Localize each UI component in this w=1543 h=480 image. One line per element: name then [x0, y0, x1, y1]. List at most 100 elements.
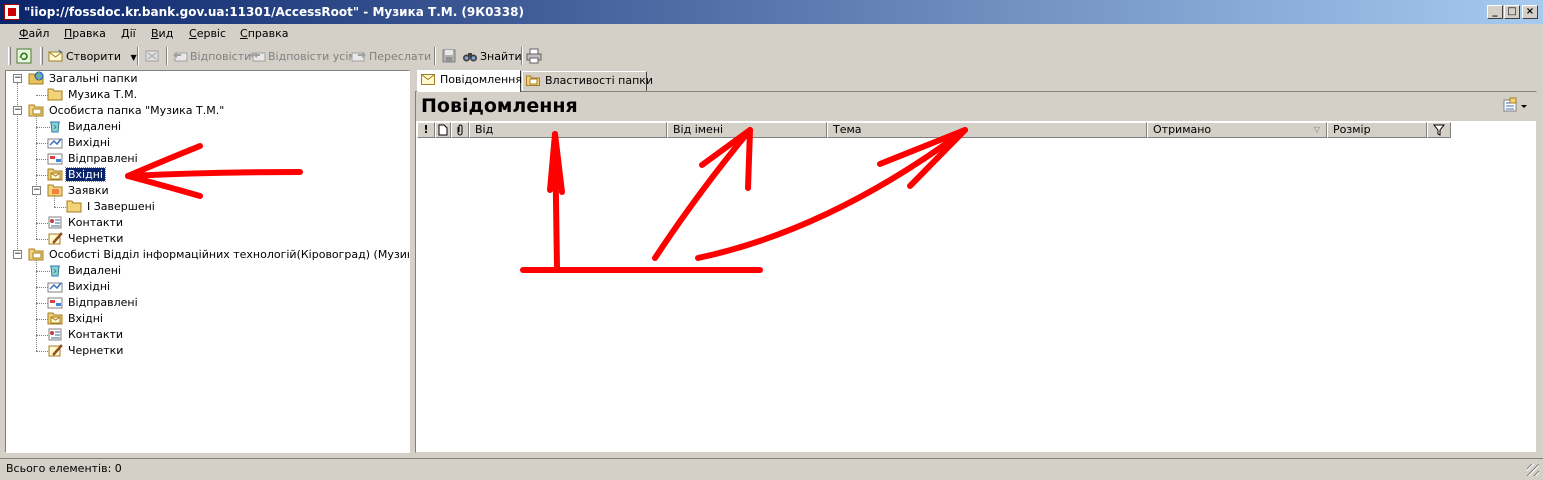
tree-item-completed[interactable]: І Завершені [66, 199, 157, 215]
maximize-button[interactable]: □ [1504, 5, 1520, 19]
reply-all-button[interactable]: Відповісти усім [250, 47, 357, 66]
toolbar-separator [137, 47, 139, 65]
save-icon [442, 49, 456, 63]
contacts-icon [48, 216, 62, 229]
column-header-row: ! Від Від імені Тема Отримано ▽ Розмір [417, 122, 1451, 138]
status-text: Всього елементів: 0 [6, 462, 122, 475]
tree-line [36, 259, 37, 351]
tab-messages-label: Повідомлення [440, 73, 522, 86]
delete-icon [145, 50, 159, 62]
expander-collapse-icon[interactable]: − [13, 250, 22, 259]
column-type[interactable] [435, 122, 451, 138]
view-options-button[interactable] [1502, 97, 1530, 115]
sort-descending-icon: ▽ [1313, 125, 1320, 134]
new-message-icon [48, 49, 63, 62]
tree-item-label: Вихідні [68, 136, 111, 149]
tab-folder-properties-label: Властивості папки [545, 74, 654, 87]
toolbar-grip-2[interactable] [40, 47, 43, 65]
app-icon [4, 4, 20, 20]
column-received[interactable]: Отримано ▽ [1147, 122, 1327, 138]
tree-item-contacts[interactable]: Контакти [47, 215, 125, 231]
tree-item-label: Відправлені [68, 152, 138, 165]
column-on-behalf[interactable]: Від імені [667, 122, 827, 138]
column-filter[interactable] [1427, 122, 1451, 138]
save-button[interactable] [441, 47, 459, 66]
toolbar-grip[interactable] [8, 47, 11, 65]
contacts-icon [48, 328, 62, 341]
print-button[interactable] [526, 47, 544, 66]
tree-item-label: Відправлені [68, 296, 138, 309]
tree-item-inbox-2[interactable]: Вхідні [47, 311, 105, 327]
expander-collapse-icon[interactable]: − [13, 106, 22, 115]
requests-folder-icon [47, 184, 63, 197]
column-importance[interactable]: ! [417, 122, 435, 138]
tab-messages[interactable]: Повідомлення [417, 70, 522, 92]
binoculars-icon [463, 53, 477, 62]
close-button[interactable]: × [1522, 5, 1538, 19]
create-dropdown-arrow-icon[interactable]: ▼ [131, 53, 137, 62]
minimize-button[interactable]: _ [1487, 5, 1503, 19]
tree-item-label: Видалені [68, 120, 122, 133]
tree-item-sent[interactable]: Відправлені [47, 151, 140, 167]
column-attachment[interactable] [451, 122, 469, 138]
refresh-button[interactable] [16, 47, 34, 66]
tree-item-outbox-2[interactable]: Вихідні [47, 279, 112, 295]
tab-strip: Повідомлення Властивості папки [415, 70, 1540, 92]
folder-tree[interactable]: − − − − Загальні папки Музика Т.М. Особи… [5, 70, 410, 453]
filter-icon [1432, 124, 1446, 136]
resize-grip-icon[interactable] [1527, 464, 1539, 476]
menu-view[interactable]: Вид [151, 27, 173, 40]
tab-folder-properties[interactable]: Властивості папки [522, 71, 653, 91]
folder-icon [47, 88, 63, 101]
inbox-icon [47, 168, 63, 181]
tree-item-personal-folder[interactable]: Особиста папка "Музика Т.М." [28, 103, 226, 119]
tree-item-contacts-2[interactable]: Контакти [47, 327, 125, 343]
forward-label: Переслати [369, 50, 432, 63]
tree-item-requests[interactable]: Заявки [47, 183, 111, 199]
column-subject[interactable]: Тема [827, 122, 1147, 138]
tree-item-inbox[interactable]: Вхідні [47, 167, 106, 183]
printer-icon [526, 48, 542, 64]
view-options-icon [1503, 97, 1527, 112]
tree-item-outbox[interactable]: Вихідні [47, 135, 112, 151]
tree-item-label: Видалені [68, 264, 122, 277]
menu-actions[interactable]: Дії [121, 27, 136, 40]
column-size[interactable]: Розмір [1327, 122, 1427, 138]
tree-item-it-dept-folder[interactable]: Особисті Відділ інформаційних технологій… [28, 247, 409, 263]
menu-edit[interactable]: Правка [64, 27, 106, 40]
menu-bar: Файл Правка Дії Вид Сервіс Справка [0, 24, 1543, 44]
tree-item-label: Вхідні [68, 312, 103, 325]
create-button[interactable]: Створити ▼ [48, 47, 137, 66]
tree-item-label: Загальні папки [49, 72, 138, 85]
menu-help[interactable]: Справка [240, 27, 288, 40]
mail-folder-icon [28, 104, 44, 117]
tree-item-common-folders[interactable]: Загальні папки [28, 71, 140, 87]
mail-folder-icon [28, 248, 44, 261]
reply-all-icon [250, 52, 266, 62]
toolbar-separator-3 [434, 47, 436, 65]
title-bar[interactable]: "iiop://fossdoc.kr.bank.gov.ua:11301/Acc… [0, 0, 1543, 24]
expander-collapse-icon[interactable]: − [32, 186, 41, 195]
tree-item-label: Заявки [68, 184, 109, 197]
find-label: Знайти [480, 50, 522, 63]
delete-button[interactable] [144, 47, 162, 66]
find-button[interactable]: Знайти [462, 47, 522, 66]
tree-item-drafts[interactable]: Чернетки [47, 231, 125, 247]
tree-item-deleted[interactable]: Видалені [47, 119, 123, 135]
tree-item-muzyka[interactable]: Музика Т.М. [47, 87, 139, 103]
reply-label: Відповісти [190, 50, 252, 63]
app-window: "iiop://fossdoc.kr.bank.gov.ua:11301/Acc… [0, 0, 1543, 480]
message-list[interactable] [416, 139, 1536, 452]
panel-splitter[interactable] [410, 70, 414, 453]
expander-collapse-icon[interactable]: − [13, 74, 22, 83]
tree-item-label: Чернетки [68, 344, 124, 357]
public-folders-icon [28, 71, 44, 85]
forward-button[interactable]: Переслати [351, 47, 431, 66]
tree-item-deleted-2[interactable]: Видалені [47, 263, 123, 279]
menu-service[interactable]: Сервіс [189, 27, 226, 40]
tree-item-drafts-2[interactable]: Чернетки [47, 343, 125, 359]
menu-file[interactable]: Файл [19, 27, 49, 40]
tree-item-sent-2[interactable]: Відправлені [47, 295, 140, 311]
reply-button[interactable]: Відповісти [172, 47, 251, 66]
column-from[interactable]: Від [469, 122, 667, 138]
